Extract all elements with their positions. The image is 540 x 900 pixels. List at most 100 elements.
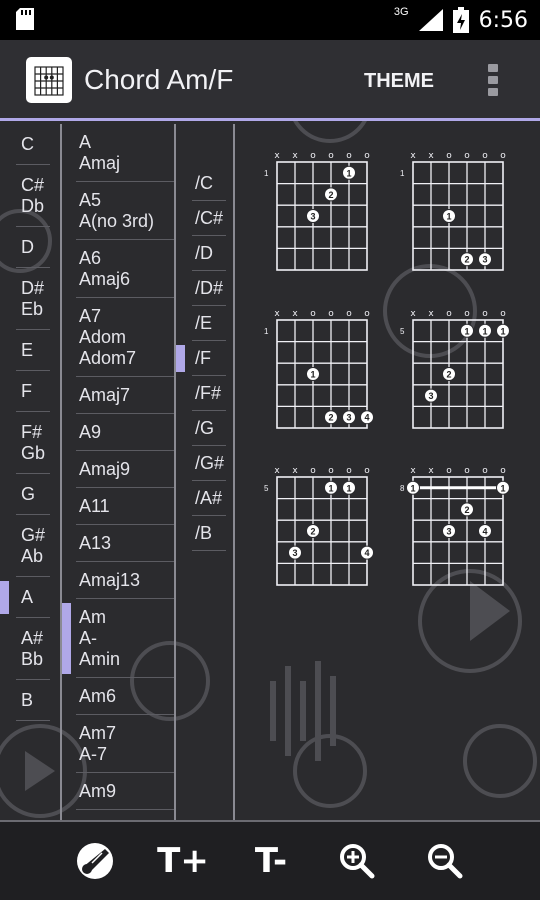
list-item-label: A: [21, 587, 34, 607]
list-item-label: Amin: [79, 649, 121, 669]
list-item-label: /F#: [195, 383, 222, 403]
list-item-label: Ab: [21, 546, 44, 566]
type-list-item[interactable]: A7 Adom Adom7: [62, 298, 174, 377]
type-list-item[interactable]: A9: [62, 414, 174, 451]
chord-type-list[interactable]: A Amaj A5 A(no 3rd) A6 Amaj6 A7 Adom Adom7 Amaj7 A…: [62, 124, 174, 820]
list-item-label: /G#: [195, 453, 225, 473]
type-list-item[interactable]: A6 Amaj6: [62, 240, 174, 298]
root-list-item[interactable]: A# Bb: [0, 618, 60, 680]
list-item-label: /D: [195, 243, 213, 263]
bass-list-item[interactable]: /D: [176, 236, 232, 271]
root-list-item[interactable]: B: [0, 680, 60, 721]
list-item-label: A6: [79, 248, 102, 268]
fret-number: 1: [264, 169, 269, 178]
list-item-label: A(no 3rd): [79, 211, 155, 231]
muted-string-marker: x: [292, 466, 298, 476]
list-item-label: /C#: [195, 208, 224, 228]
finger-number: 4: [482, 527, 487, 537]
bass-list-item[interactable]: /E: [176, 306, 232, 341]
open-string-marker: o: [328, 151, 334, 161]
open-string-marker: o: [500, 151, 506, 161]
finger-number: 3: [310, 212, 315, 222]
bass-list-item[interactable]: /C: [176, 166, 232, 201]
list-item-label: A11: [79, 496, 110, 516]
open-string-marker: o: [346, 151, 352, 161]
chord-diagram-frame: [276, 161, 368, 271]
muted-string-marker: x: [410, 151, 416, 161]
type-list-item[interactable]: Amaj13: [62, 562, 174, 599]
finger-number: 2: [464, 505, 469, 515]
bass-list-item[interactable]: /C#: [176, 201, 232, 236]
network-type: 3G: [393, 6, 409, 18]
type-list-item[interactable]: Amaj9: [62, 451, 174, 488]
theme-button[interactable]: THEME: [364, 70, 434, 93]
text-size-decrease-button[interactable]: T-: [236, 822, 306, 900]
list-item-label: A-7: [79, 744, 108, 764]
root-list-item[interactable]: D: [0, 227, 60, 268]
list-item-label: Amaj9: [79, 459, 131, 479]
finger-number: 1: [310, 370, 315, 380]
bass-list-item[interactable]: /D#: [176, 271, 232, 306]
list-item-label: /E: [195, 313, 213, 333]
finger-number: 2: [310, 527, 315, 537]
list-item-label: E: [21, 340, 34, 360]
status-bar: 3G 6:56: [0, 0, 540, 40]
root-list-item[interactable]: C# Db: [0, 165, 60, 227]
type-list-item[interactable]: A5 A(no 3rd): [62, 182, 174, 240]
finger-number: 1: [328, 483, 333, 493]
zoom-out-icon[interactable]: [410, 822, 480, 900]
open-string-marker: o: [446, 151, 452, 161]
zoom-in-icon[interactable]: [322, 822, 392, 900]
root-list-item[interactable]: A: [0, 577, 60, 618]
root-list-item[interactable]: D# Eb: [0, 268, 60, 330]
type-list-item[interactable]: Am6: [62, 678, 174, 715]
open-string-marker: o: [482, 151, 488, 161]
finger-number: 1: [446, 212, 451, 222]
bass-list-item[interactable]: /F#: [176, 376, 232, 411]
type-list-item[interactable]: Am7 A-7: [62, 715, 174, 773]
text-size-increase-button[interactable]: T+: [148, 822, 218, 900]
root-note-list[interactable]: C C# Db D D# Eb E F F# Gb G G# Ab A A# Bb B: [0, 124, 60, 820]
type-list-item[interactable]: Am9: [62, 773, 174, 810]
overflow-menu-icon[interactable]: [485, 64, 501, 100]
type-list-item[interactable]: Amaj7: [62, 377, 174, 414]
root-list-item[interactable]: G# Ab: [0, 515, 60, 577]
list-item-label: /C: [195, 173, 213, 193]
bass-note-list[interactable]: /C/C# /D/D# /E/F/F# /G/G# /A# /B: [176, 124, 232, 820]
text-minus-label: T-: [254, 841, 288, 881]
open-string-marker: o: [482, 466, 488, 476]
bass-list-item[interactable]: /G#: [176, 446, 232, 481]
root-list-item[interactable]: E: [0, 330, 60, 371]
bass-list-item[interactable]: /G: [176, 411, 232, 446]
open-string-marker: o: [346, 309, 352, 319]
type-list-item[interactable]: A11: [62, 488, 174, 525]
list-item-label: Adom7: [79, 348, 137, 368]
root-list-item[interactable]: G: [0, 474, 60, 515]
root-list-item[interactable]: F: [0, 371, 60, 412]
bass-list-item[interactable]: /B: [176, 516, 232, 551]
list-item-label: Eb: [21, 299, 44, 319]
open-string-marker: o: [500, 309, 506, 319]
list-item-label: F: [21, 381, 32, 401]
bass-list-item[interactable]: /A#: [176, 481, 232, 516]
app-logo-icon: [26, 57, 72, 103]
muted-string-marker: x: [410, 309, 416, 319]
finger-number: 2: [328, 190, 333, 200]
item-divider: [16, 720, 50, 721]
list-item-label: Db: [21, 196, 45, 216]
chord-diagrams: 1x x o o o o1231x x o o o o12 31x x o o o o12 3 45x x o o o o1 1…: [264, 151, 510, 586]
root-list-item[interactable]: C: [0, 124, 60, 165]
guitar-pick-icon[interactable]: [60, 822, 130, 900]
root-list-item[interactable]: F# Gb: [0, 412, 60, 474]
list-item-label: Bb: [21, 649, 44, 669]
fret-number: 5: [264, 484, 269, 493]
list-item-label: Adom: [79, 327, 127, 347]
open-string-marker: o: [464, 466, 470, 476]
type-list-item[interactable]: A Amaj: [62, 124, 174, 182]
type-list-item[interactable]: A13: [62, 525, 174, 562]
type-list-item[interactable]: Am A- Amin: [62, 599, 174, 678]
item-divider: [192, 550, 226, 551]
list-item-label: Am: [79, 607, 106, 627]
list-item-label: A#: [21, 628, 44, 648]
muted-string-marker: x: [274, 151, 280, 161]
